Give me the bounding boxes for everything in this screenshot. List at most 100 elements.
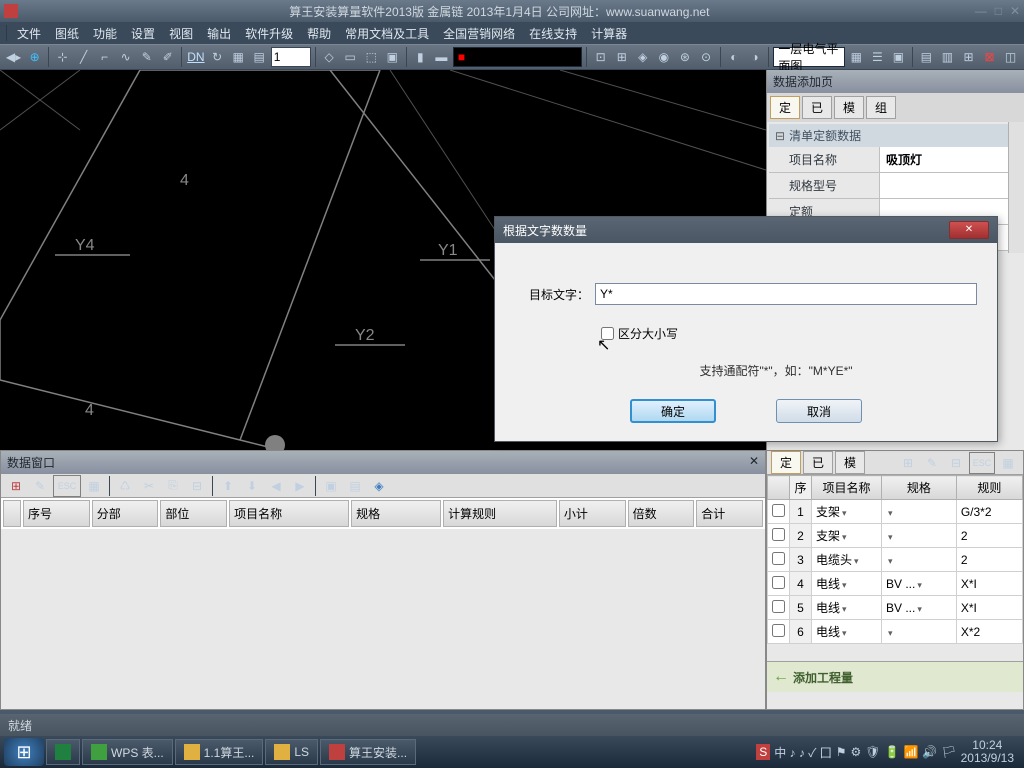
dw-col-0[interactable]: 序号	[23, 500, 90, 527]
row-check[interactable]	[772, 552, 785, 565]
tool-target[interactable]: ⊕	[25, 46, 44, 68]
tool-line1[interactable]: ╱	[74, 46, 93, 68]
tray-icon[interactable]: ⚑	[836, 745, 847, 759]
taskbar-clock[interactable]: 10:24 2013/9/13	[961, 739, 1014, 765]
rb-col-2[interactable]: 规格	[882, 476, 957, 500]
layer-dropdown[interactable]: 一层电气平面图	[773, 47, 844, 67]
rb-btn4[interactable]: ▦	[997, 452, 1019, 474]
menu-support[interactable]: 在线支持	[523, 23, 583, 44]
dw-btn2[interactable]: ✎	[29, 475, 51, 497]
start-button[interactable]: ⊞	[4, 738, 44, 766]
tool-nav-left[interactable]: ◀▸	[4, 46, 23, 68]
rb-tab-0[interactable]: 定	[771, 451, 801, 474]
maximize-button[interactable]: □	[995, 4, 1002, 18]
tool-r5[interactable]: ▥	[938, 46, 957, 68]
prop-val-1[interactable]	[879, 173, 1022, 198]
tool-misc2[interactable]: ⊞	[612, 46, 631, 68]
tool-misc3[interactable]: ◈	[633, 46, 652, 68]
prop-tab-3[interactable]: 组	[866, 96, 896, 119]
menu-network[interactable]: 全国营销网络	[437, 23, 521, 44]
task-pinned-1[interactable]	[46, 739, 80, 765]
dw-esc[interactable]: ESC	[53, 475, 81, 497]
tray-icon[interactable]: ⚙	[851, 745, 862, 759]
dw-col-2[interactable]: 部位	[160, 500, 227, 527]
menu-settings[interactable]: 设置	[125, 23, 161, 44]
tool-r8[interactable]: ◫	[1001, 46, 1020, 68]
task-wps[interactable]: WPS 表...	[82, 739, 173, 765]
tool-dn[interactable]: DN	[186, 46, 205, 68]
tree-header[interactable]: 清单定额数据	[769, 124, 1022, 147]
task-app[interactable]: 算王安装...	[320, 739, 416, 765]
row-check[interactable]	[772, 576, 785, 589]
dw-btn1[interactable]: ⊞	[5, 475, 27, 497]
rb-col-3[interactable]: 规则	[956, 476, 1022, 500]
menu-output[interactable]: 输出	[201, 23, 237, 44]
dw-btn9[interactable]: ⬇	[241, 475, 263, 497]
menu-function[interactable]: 功能	[87, 23, 123, 44]
tool-r2[interactable]: ☰	[868, 46, 887, 68]
dw-btn13[interactable]: ▤	[344, 475, 366, 497]
close-button[interactable]: ✕	[1010, 4, 1020, 18]
tool-r6[interactable]: ⊞	[959, 46, 978, 68]
tool-number-input[interactable]	[271, 47, 311, 67]
color-combo[interactable]: ■	[453, 47, 582, 67]
tray-icon[interactable]: 🔋	[885, 745, 900, 759]
dw-btn14[interactable]: ◈	[368, 475, 390, 497]
tool-misc8[interactable]: ◑	[745, 46, 764, 68]
rb-tab-2[interactable]: 模	[835, 451, 865, 474]
tool-pan[interactable]: ⊹	[53, 46, 72, 68]
dw-btn7[interactable]: ⊟	[186, 475, 208, 497]
prop-tab-2[interactable]: 模	[834, 96, 864, 119]
rb-col-chk[interactable]	[768, 476, 790, 500]
dw-btn11[interactable]: ▶	[289, 475, 311, 497]
menu-drawing[interactable]: 图纸	[49, 23, 85, 44]
task-folder1[interactable]: 1.1算王...	[175, 739, 264, 765]
tool-color2[interactable]: ▬	[432, 46, 451, 68]
tool-shape2[interactable]: ▭	[341, 46, 360, 68]
case-sensitive-checkbox[interactable]	[601, 327, 614, 340]
row-check[interactable]	[772, 600, 785, 613]
cancel-button[interactable]: 取消	[776, 399, 862, 423]
tool-color1[interactable]: ▮	[411, 46, 430, 68]
rb-col-1[interactable]: 项目名称	[812, 476, 882, 500]
target-text-input[interactable]	[595, 283, 977, 305]
prop-tab-1[interactable]: 已	[802, 96, 832, 119]
dw-btn8[interactable]: ⬆	[217, 475, 239, 497]
dw-btn10[interactable]: ◀	[265, 475, 287, 497]
tool-draw1[interactable]: ✎	[137, 46, 156, 68]
tool-r1[interactable]: ▦	[847, 46, 866, 68]
tool-refresh[interactable]: ↻	[208, 46, 227, 68]
system-tray[interactable]: S 中 ♪ ♪ ✓ 囗 ⚑ ⚙ 🛡 🔋 📶 🔊 🏳 10:24 2013/9/1…	[750, 739, 1020, 765]
ok-button[interactable]: 确定	[630, 399, 716, 423]
tool-sel2[interactable]: ▣	[383, 46, 402, 68]
tool-line3[interactable]: ∿	[116, 46, 135, 68]
row-check[interactable]	[772, 624, 785, 637]
tool-opt1[interactable]: ▦	[229, 46, 248, 68]
tool-draw2[interactable]: ✐	[158, 46, 177, 68]
dw-btn12[interactable]: ▣	[320, 475, 342, 497]
row-check[interactable]	[772, 528, 785, 541]
tray-icon[interactable]: 🏳	[941, 745, 956, 759]
tool-misc7[interactable]: ◐	[724, 46, 743, 68]
tool-misc1[interactable]: ⊡	[591, 46, 610, 68]
tool-misc4[interactable]: ◉	[654, 46, 673, 68]
rb-btn3[interactable]: ⊟	[945, 452, 967, 474]
dw-btn3[interactable]: ▦	[83, 475, 105, 497]
add-engineering-button[interactable]: 添加工程量	[767, 661, 1023, 692]
rb-btn2[interactable]: ✎	[921, 452, 943, 474]
tool-misc5[interactable]: ⊛	[675, 46, 694, 68]
row-check[interactable]	[772, 504, 785, 517]
dw-col-chk[interactable]	[3, 500, 21, 527]
dw-col-4[interactable]: 规格	[351, 500, 441, 527]
prop-val-0[interactable]: 吸顶灯	[879, 147, 1022, 172]
dw-col-8[interactable]: 合计	[696, 500, 763, 527]
tool-r4[interactable]: ▤	[917, 46, 936, 68]
tool-line2[interactable]: ⌐	[95, 46, 114, 68]
rb-btn1[interactable]: ⊞	[897, 452, 919, 474]
tool-shape1[interactable]: ◇	[320, 46, 339, 68]
menu-docs[interactable]: 常用文档及工具	[339, 23, 435, 44]
menu-help[interactable]: 帮助	[301, 23, 337, 44]
prop-tab-0[interactable]: 定	[770, 96, 800, 119]
dw-col-6[interactable]: 小计	[559, 500, 626, 527]
tool-r3[interactable]: ▣	[889, 46, 908, 68]
